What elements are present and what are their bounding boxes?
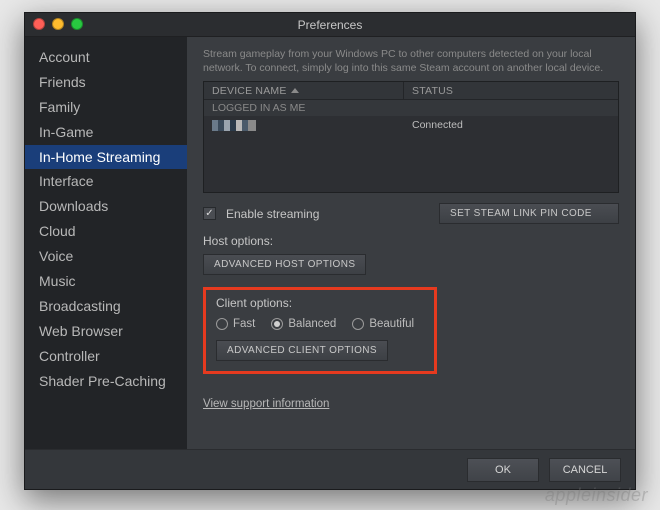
radio-icon	[271, 318, 283, 330]
table-row[interactable]: Connected	[204, 116, 618, 134]
radio-icon	[352, 318, 364, 330]
cancel-button[interactable]: CANCEL	[549, 458, 621, 482]
sidebar: Account Friends Family In-Game In-Home S…	[25, 37, 187, 449]
traffic-lights	[33, 18, 83, 30]
sidebar-item-web-browser[interactable]: Web Browser	[25, 319, 187, 344]
sidebar-item-in-home-streaming[interactable]: In-Home Streaming	[25, 145, 187, 170]
advanced-client-options-button[interactable]: ADVANCED CLIENT OPTIONS	[216, 340, 388, 361]
sidebar-item-downloads[interactable]: Downloads	[25, 194, 187, 219]
radio-balanced-label: Balanced	[288, 318, 336, 330]
sidebar-item-family[interactable]: Family	[25, 95, 187, 120]
client-options-label: Client options:	[216, 296, 424, 310]
window-title: Preferences	[298, 18, 363, 32]
zoom-icon[interactable]	[71, 18, 83, 30]
sidebar-item-cloud[interactable]: Cloud	[25, 219, 187, 244]
sidebar-item-in-game[interactable]: In-Game	[25, 120, 187, 145]
radio-fast-label: Fast	[233, 318, 255, 330]
radio-beautiful[interactable]: Beautiful	[352, 318, 414, 330]
radio-beautiful-label: Beautiful	[369, 318, 414, 330]
titlebar: Preferences	[25, 13, 635, 37]
device-status-cell: Connected	[404, 119, 618, 131]
client-options-group: Client options: Fast Balanced Beautiful	[203, 287, 437, 374]
sidebar-item-shader-pre-caching[interactable]: Shader Pre-Caching	[25, 369, 187, 394]
device-table: DEVICE NAME STATUS LOGGED IN AS ME Conne…	[203, 81, 619, 193]
view-support-link[interactable]: View support information	[203, 398, 619, 410]
window-body: Account Friends Family In-Game In-Home S…	[25, 37, 635, 449]
redacted-device-name	[212, 120, 256, 131]
client-quality-radios: Fast Balanced Beautiful	[216, 318, 424, 330]
enable-row: ✓ Enable streaming SET STEAM LINK PIN CO…	[203, 203, 619, 224]
ok-button[interactable]: OK	[467, 458, 539, 482]
host-options-label: Host options:	[203, 234, 619, 248]
col-device-name[interactable]: DEVICE NAME	[204, 82, 404, 99]
enable-streaming-label: Enable streaming	[226, 207, 319, 221]
advanced-host-options-button[interactable]: ADVANCED HOST OPTIONS	[203, 254, 366, 275]
enable-streaming-checkbox[interactable]: ✓	[203, 207, 216, 220]
footer: OK CANCEL	[25, 449, 635, 489]
sidebar-item-account[interactable]: Account	[25, 45, 187, 70]
table-section-logged-in: LOGGED IN AS ME	[204, 100, 618, 116]
sidebar-item-music[interactable]: Music	[25, 269, 187, 294]
sidebar-item-controller[interactable]: Controller	[25, 344, 187, 369]
set-pin-button[interactable]: SET STEAM LINK PIN CODE	[439, 203, 619, 224]
minimize-icon[interactable]	[52, 18, 64, 30]
sidebar-item-voice[interactable]: Voice	[25, 244, 187, 269]
sidebar-item-friends[interactable]: Friends	[25, 70, 187, 95]
sidebar-item-broadcasting[interactable]: Broadcasting	[25, 294, 187, 319]
sort-asc-icon	[291, 88, 299, 93]
radio-balanced[interactable]: Balanced	[271, 318, 336, 330]
description-text: Stream gameplay from your Windows PC to …	[203, 47, 619, 75]
col-status[interactable]: STATUS	[404, 85, 618, 97]
device-name-cell	[204, 120, 404, 131]
table-section-label: LOGGED IN AS ME	[212, 102, 305, 114]
col-status-label: STATUS	[412, 85, 453, 97]
radio-fast[interactable]: Fast	[216, 318, 255, 330]
preferences-window: Preferences Account Friends Family In-Ga…	[24, 12, 636, 490]
table-header-row: DEVICE NAME STATUS	[204, 82, 618, 100]
radio-icon	[216, 318, 228, 330]
host-options-group: Host options: ADVANCED HOST OPTIONS	[203, 234, 619, 275]
col-device-name-label: DEVICE NAME	[212, 85, 287, 97]
close-icon[interactable]	[33, 18, 45, 30]
sidebar-item-interface[interactable]: Interface	[25, 169, 187, 194]
main-panel: Stream gameplay from your Windows PC to …	[187, 37, 635, 449]
